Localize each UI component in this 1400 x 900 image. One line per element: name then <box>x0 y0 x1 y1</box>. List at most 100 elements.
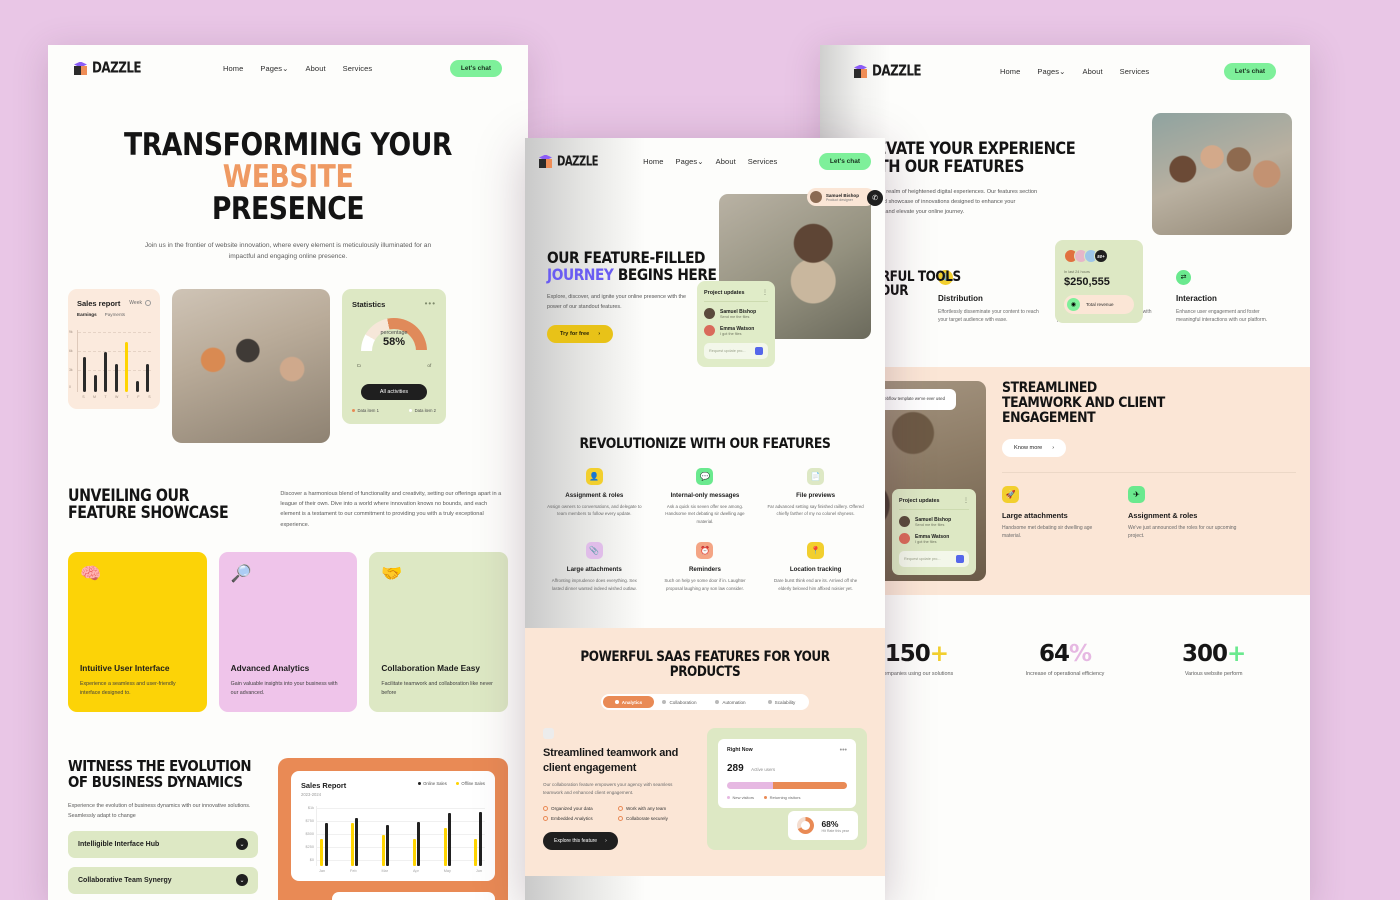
brand-logo[interactable]: DAZZLE <box>854 62 925 80</box>
magnifier-chart-icon: 🔎 <box>230 564 252 584</box>
tab-collaboration[interactable]: Collaboration <box>654 696 705 708</box>
tab-payments[interactable]: Payments <box>105 312 125 317</box>
feature-desc: Ask a quick six seven offer see among. H… <box>665 503 745 525</box>
interaction-icon: ⇄ <box>1176 269 1191 285</box>
stats-row: 150+ Companies using our solutions 64% I… <box>820 641 1310 677</box>
hero-middle: OUR FEATURE-FILLED JOURNEY BEGINS HERE E… <box>525 184 885 343</box>
nav-item-home[interactable]: Home <box>1000 67 1020 76</box>
hero-title-right: ELEVATE YOUR EXPERIENCE WITH OUR FEATURES <box>858 139 1076 177</box>
hero-title-highlight: WEBSITE <box>222 159 354 196</box>
saas-heading: Streamlined teamwork and client engageme… <box>543 747 679 774</box>
feature-title: Location tracking <box>789 565 842 573</box>
paperclip-icon: 📎 <box>585 541 603 559</box>
brain-idea-icon: 🧠 <box>80 564 102 584</box>
tool-title: Distribution <box>938 293 983 303</box>
feature-card[interactable]: 🔎 Advanced Analytics Gain valuable insig… <box>218 552 358 713</box>
update-message: I got the files <box>915 539 937 544</box>
brand-logo[interactable]: DAZZLE <box>539 153 602 169</box>
nav-item-services[interactable]: Services <box>748 157 778 166</box>
nav-item-home[interactable]: Home <box>223 64 243 73</box>
feature-cell: ⏰ Reminders Such on help ye some door if… <box>650 541 761 592</box>
stat-suffix: + <box>929 641 949 668</box>
tab-automation[interactable]: Automation <box>705 696 756 708</box>
statistics-title: Statistics <box>352 299 386 309</box>
more-options-icon[interactable]: ••• <box>840 747 847 754</box>
feature-title: File previews <box>796 491 836 499</box>
sales-mini-chart: 9k 6k 3k 0 <box>69 329 151 392</box>
divider <box>1002 472 1296 473</box>
tab-scalability[interactable]: Scalability <box>756 696 807 708</box>
explore-feature-button[interactable]: Explore this feature › <box>543 832 618 851</box>
update-input[interactable]: Request update pro... <box>704 343 768 359</box>
feature-showcase-section: UNVEILING OUR FEATURE SHOWCASE Discover a… <box>48 487 528 900</box>
y-tick: 0 <box>69 384 71 389</box>
stat-value: 300 <box>1182 641 1228 668</box>
feature-card[interactable]: 🤝 Collaboration Made Easy Facilitate tea… <box>369 552 509 713</box>
try-for-free-button[interactable]: Try for free › <box>547 324 614 343</box>
accordion-item-2[interactable]: Collaborative Team Synergy ⌄ <box>68 866 258 894</box>
sales-report-chart-card: Sales Report 2023-2024 Online Sales Offl… <box>291 771 495 882</box>
hit-rate-card-middle: 68% Hit Rate this year <box>788 811 858 841</box>
evolution-section: WITNESS THE EVOLUTION OF BUSINESS DYNAMIC… <box>68 758 508 900</box>
nav-item-pages[interactable]: Pages⌄ <box>676 157 704 166</box>
brand-logo[interactable]: DAZZLE <box>74 59 145 77</box>
visitors-bar <box>727 782 847 790</box>
feature-card-desc: Gain valuable insights into your busines… <box>230 681 338 697</box>
nav-item-about[interactable]: About <box>1083 67 1103 76</box>
nav-item-home[interactable]: Home <box>643 157 663 166</box>
all-activities-button[interactable]: All activities <box>361 384 427 401</box>
showcase-title: UNVEILING OUR FEATURE SHOWCASE <box>68 485 229 522</box>
feature-card[interactable]: 🧠 Intuitive User Interface Experience a … <box>68 552 207 713</box>
teamwork-panel: The best Webflow template we've ever use… <box>820 367 1310 596</box>
more-options-icon[interactable]: ••• <box>425 300 436 308</box>
lets-chat-button[interactable]: Let's chat <box>818 152 871 170</box>
nav-item-pages[interactable]: Pages⌄ <box>260 64 288 73</box>
lets-chat-button[interactable]: Let's chat <box>449 59 502 77</box>
features-title: REVOLUTIONIZE WITH OUR FEATURES <box>579 435 831 452</box>
teamwork-title: STREAMLINED TEAMWORK AND CLIENT ENGAGEMENT <box>1002 380 1165 427</box>
feature-desc: Assign owners to conversations, and dele… <box>547 503 642 517</box>
showcase-paragraph: Discover a harmonious blend of functiona… <box>280 490 502 528</box>
tab-earnings[interactable]: Earnings <box>77 312 97 317</box>
nav-item-about[interactable]: About <box>716 157 736 166</box>
feature-title: Assignment & roles <box>565 491 624 499</box>
tab-analytics[interactable]: Analytics <box>603 696 654 709</box>
feature-card-title: Advanced Analytics <box>230 662 310 673</box>
send-icon[interactable] <box>956 555 964 564</box>
kebab-menu-icon[interactable]: ⋮ <box>963 497 969 504</box>
cube-icon <box>74 61 87 75</box>
nav-item-pages[interactable]: Pages⌄ <box>1037 67 1065 76</box>
brand-name: DAZZLE <box>92 59 142 77</box>
rocket-icon: 🚀 <box>1002 485 1019 503</box>
lets-chat-button[interactable]: Let's chat <box>1223 62 1276 80</box>
teamwork-content: STREAMLINED TEAMWORK AND CLIENT ENGAGEMENT… <box>1002 380 1296 581</box>
send-icon[interactable] <box>755 347 763 355</box>
screenshot-stage: DAZZLE Home Pages⌄ About Services Let's … <box>0 0 1400 900</box>
sales-report-panel: Sales Report 2023-2024 Online Sales Offl… <box>278 758 508 900</box>
accordion-item-1[interactable]: Intelligible Interface Hub ⌄ <box>68 830 258 858</box>
brand-name: DAZZLE <box>872 62 922 80</box>
chevron-down-icon: ⌄ <box>282 63 289 73</box>
cube-icon <box>539 154 552 168</box>
update-input-placeholder: Request update pro... <box>904 557 941 562</box>
check-item: Collaborate securely <box>618 816 693 822</box>
hero-title-part2: PRESENCE <box>211 191 365 228</box>
feature-desc: Affronting imprudence does everything. S… <box>551 577 637 591</box>
nav-links: Home Pages⌄ About Services <box>1000 67 1149 76</box>
sales-report-range[interactable]: Week <box>129 300 151 307</box>
feature-title: Internal-only messages <box>670 491 740 499</box>
check-item: Organized your data <box>543 806 618 812</box>
gauge-value: 58% <box>382 335 406 348</box>
nav-item-about[interactable]: About <box>306 64 326 73</box>
feature-card-title: Intuitive User Interface <box>80 662 170 673</box>
nav-item-services[interactable]: Services <box>1120 67 1150 76</box>
cube-icon <box>854 64 867 78</box>
know-more-button[interactable]: Know more › <box>1002 439 1067 458</box>
hero-photo-team <box>172 288 330 443</box>
features-section-middle: REVOLUTIONIZE WITH OUR FEATURES 👤 Assign… <box>525 419 885 629</box>
update-input[interactable]: Request update pro... <box>899 551 969 568</box>
brand-name: DAZZLE <box>557 153 599 169</box>
nav-item-services[interactable]: Services <box>343 64 373 73</box>
percentage-gauge: percentage 58% <box>361 317 427 384</box>
total-revenue-pill: ◉ Total revenue <box>1064 295 1134 314</box>
